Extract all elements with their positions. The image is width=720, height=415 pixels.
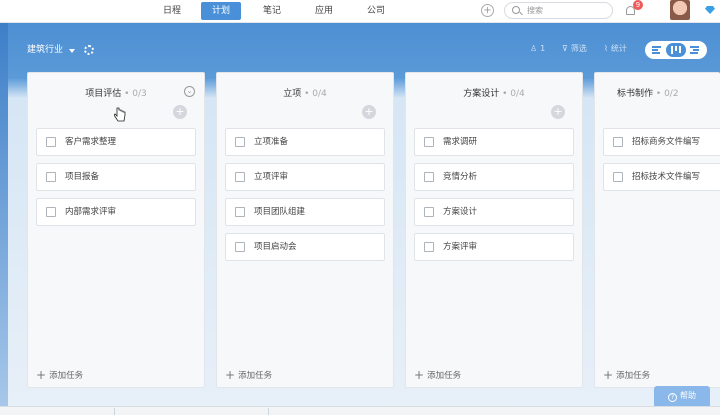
help-icon: ? [668, 393, 677, 402]
task-checkbox[interactable] [424, 242, 434, 252]
board-column: 方案设计 • 0/4 + 需求调研 竞情分析 方案设计 方案评审 + 添加任务 [405, 72, 583, 388]
add-task-button[interactable]: + 添加任务 [414, 369, 461, 382]
plus-icon: + [36, 368, 47, 382]
avatar[interactable] [670, 0, 690, 20]
project-name[interactable]: 建筑行业 [27, 44, 63, 56]
task-card[interactable]: 需求调研 [414, 128, 574, 156]
plus-icon: + [603, 368, 614, 382]
list-view-icon[interactable] [647, 43, 667, 57]
nav-item-company[interactable]: 公司 [362, 0, 390, 22]
add-column-task-button[interactable]: + [362, 105, 376, 119]
task-card[interactable]: 项目团队组建 [225, 198, 385, 226]
board-column: 标书制作 • 0/2 招标商务文件编写 招标技术文件编写 + 添加任务 [594, 72, 720, 388]
column-title: 方案设计 • 0/4 [463, 89, 525, 99]
task-checkbox[interactable] [46, 137, 56, 147]
hand-cursor-icon [114, 107, 126, 122]
task-card[interactable]: 方案设计 [414, 198, 574, 226]
task-checkbox[interactable] [424, 207, 434, 217]
board-column: 立项 • 0/4 + 立项准备 立项评审 项目团队组建 项目启动会 + 添加任务 [216, 72, 394, 388]
plus-icon: + [225, 368, 236, 382]
search-input[interactable]: 搜索 [504, 2, 613, 19]
task-card[interactable]: 项目报备 [36, 163, 196, 191]
bottom-bar [0, 406, 720, 415]
add-task-button[interactable]: + 添加任务 [603, 369, 650, 382]
chart-icon: ⌇ [604, 44, 608, 53]
task-checkbox[interactable] [424, 172, 434, 182]
task-card[interactable]: 内部需求评审 [36, 198, 196, 226]
column-title: 立项 • 0/4 [283, 89, 327, 99]
task-card[interactable]: 立项评审 [225, 163, 385, 191]
task-checkbox[interactable] [613, 137, 623, 147]
task-checkbox[interactable] [235, 172, 245, 182]
task-checkbox[interactable] [613, 172, 623, 182]
task-checkbox[interactable] [235, 207, 245, 217]
filter-icon: ⊽ [562, 44, 568, 53]
task-checkbox[interactable] [46, 207, 56, 217]
members-button[interactable]: ♙ 1 [530, 43, 545, 55]
task-card[interactable]: 客户需求整理 [36, 128, 196, 156]
add-icon[interactable]: + [481, 4, 494, 17]
members-icon: ♙ [530, 44, 538, 53]
add-task-button[interactable]: + 添加任务 [225, 369, 272, 382]
nav-item-notes[interactable]: 笔记 [258, 0, 286, 22]
diamond-icon[interactable] [705, 6, 715, 14]
task-checkbox[interactable] [235, 137, 245, 147]
task-card[interactable]: 方案评审 [414, 233, 574, 261]
task-card[interactable]: 竞情分析 [414, 163, 574, 191]
task-card[interactable]: 招标技术文件编写 [603, 163, 720, 191]
view-switcher [645, 41, 707, 59]
nav-item-schedule[interactable]: 日程 [158, 0, 186, 22]
gear-icon[interactable] [84, 45, 94, 55]
column-title: 标书制作 • 0/2 [617, 89, 679, 99]
task-card[interactable]: 立项准备 [225, 128, 385, 156]
task-checkbox[interactable] [235, 242, 245, 252]
notification-badge: 9 [633, 0, 643, 10]
project-header: 建筑行业 ♙ 1 ⊽ 筛选 ⌇ 统计 项目评估 • 0/3 ⌄ + 客户需求整理 项目… [0, 23, 720, 415]
board-view-icon[interactable] [666, 43, 686, 57]
add-column-task-button[interactable]: + [551, 105, 565, 119]
nav-item-plan[interactable]: 计划 [201, 2, 241, 20]
gantt-view-icon[interactable] [685, 43, 705, 57]
plus-icon: + [414, 368, 425, 382]
side-strip [0, 23, 8, 415]
nav-item-apps[interactable]: 应用 [310, 0, 338, 22]
top-bar: 日程 计划 笔记 应用 公司 + 搜索 9 [0, 0, 720, 23]
task-checkbox[interactable] [46, 172, 56, 182]
stats-button[interactable]: ⌇ 统计 [604, 43, 627, 55]
task-checkbox[interactable] [424, 137, 434, 147]
filter-button[interactable]: ⊽ 筛选 [562, 43, 587, 55]
chevron-down-icon[interactable]: ⌄ [184, 86, 195, 97]
help-button[interactable]: ? 帮助 [654, 386, 710, 406]
column-title: 项目评估 • 0/3 [85, 89, 147, 99]
search-icon [512, 6, 520, 14]
add-column-task-button[interactable]: + [173, 105, 187, 119]
chevron-down-icon[interactable] [69, 49, 75, 53]
task-card[interactable]: 招标商务文件编写 [603, 128, 720, 156]
task-card[interactable]: 项目启动会 [225, 233, 385, 261]
add-task-button[interactable]: + 添加任务 [36, 369, 83, 382]
search-placeholder: 搜索 [527, 6, 543, 15]
